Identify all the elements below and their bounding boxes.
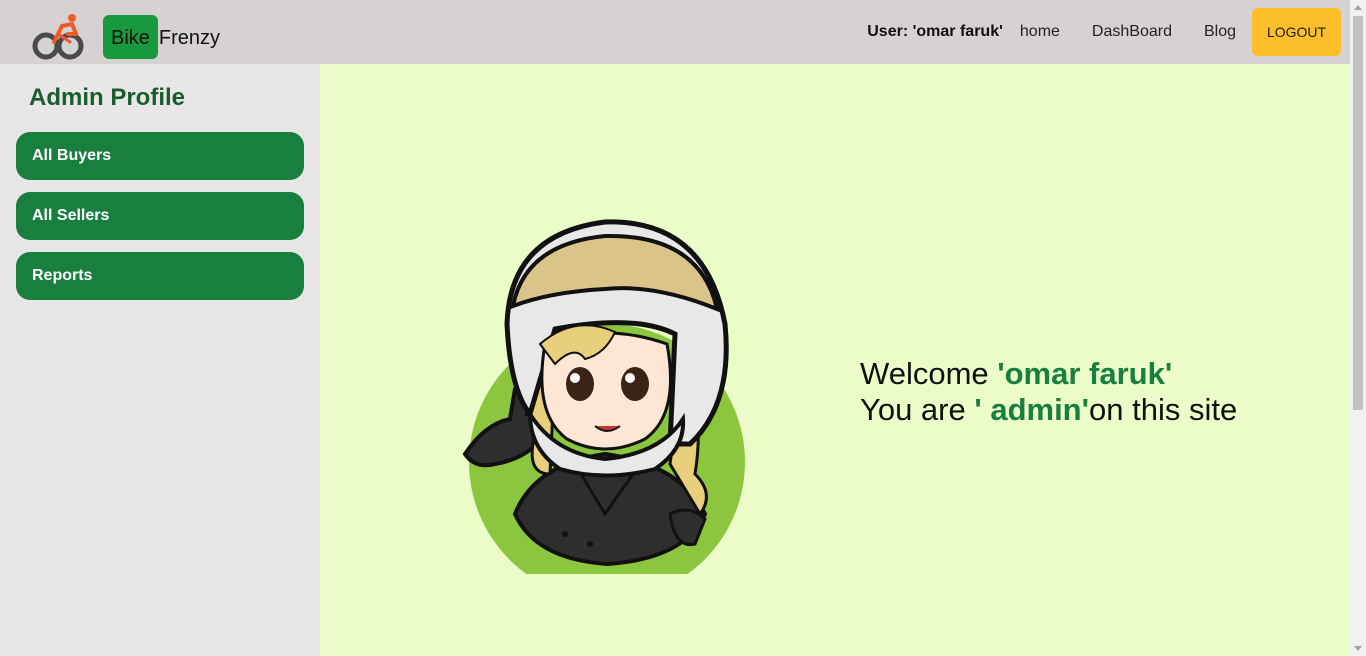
welcome-user-name: 'omar faruk' [997, 356, 1173, 391]
welcome-prefix: Welcome [860, 356, 998, 391]
role-prefix: You are [860, 392, 975, 427]
scrollbar-thumb[interactable] [1353, 16, 1363, 410]
main-content: Welcome 'omar faruk' You are ' admin'on … [320, 64, 1350, 656]
current-user-label: User: 'omar faruk' [867, 23, 1003, 40]
page-scrollbar[interactable] [1350, 0, 1366, 656]
rider-avatar-icon [462, 219, 745, 574]
brand-name-frenzy: Frenzy [158, 27, 221, 49]
role-line: You are ' admin'on this site [860, 392, 1237, 428]
brand-name-bike: Bike [103, 15, 158, 59]
admin-sidebar: Admin Profile All Buyers All Sellers Rep… [0, 64, 320, 656]
sidebar-reports-button[interactable]: Reports [16, 252, 304, 300]
nav-right: User: 'omar faruk' home DashBoard Blog L… [867, 8, 1341, 56]
top-navbar: Bike Frenzy User: 'omar faruk' home Dash… [0, 0, 1350, 64]
sidebar-all-buyers-button[interactable]: All Buyers [16, 132, 304, 180]
nav-blog-link[interactable]: Blog [1204, 23, 1236, 41]
bike-logo-icon[interactable] [32, 12, 86, 62]
welcome-message: Welcome 'omar faruk' You are ' admin'on … [860, 356, 1237, 428]
logout-button[interactable]: LOGOUT [1252, 8, 1341, 56]
role-suffix: on this site [1089, 392, 1238, 427]
scroll-up-arrow-icon[interactable] [1354, 5, 1362, 10]
nav-home-link[interactable]: home [1020, 23, 1060, 41]
scroll-down-arrow-icon[interactable] [1354, 646, 1362, 651]
brand-link[interactable]: Bike Frenzy [103, 15, 220, 59]
nav-dashboard-link[interactable]: DashBoard [1092, 23, 1172, 41]
sidebar-title: Admin Profile [29, 84, 186, 111]
role-value: ' admin' [974, 392, 1089, 427]
sidebar-all-sellers-button[interactable]: All Sellers [16, 192, 304, 240]
welcome-line: Welcome 'omar faruk' [860, 356, 1237, 392]
